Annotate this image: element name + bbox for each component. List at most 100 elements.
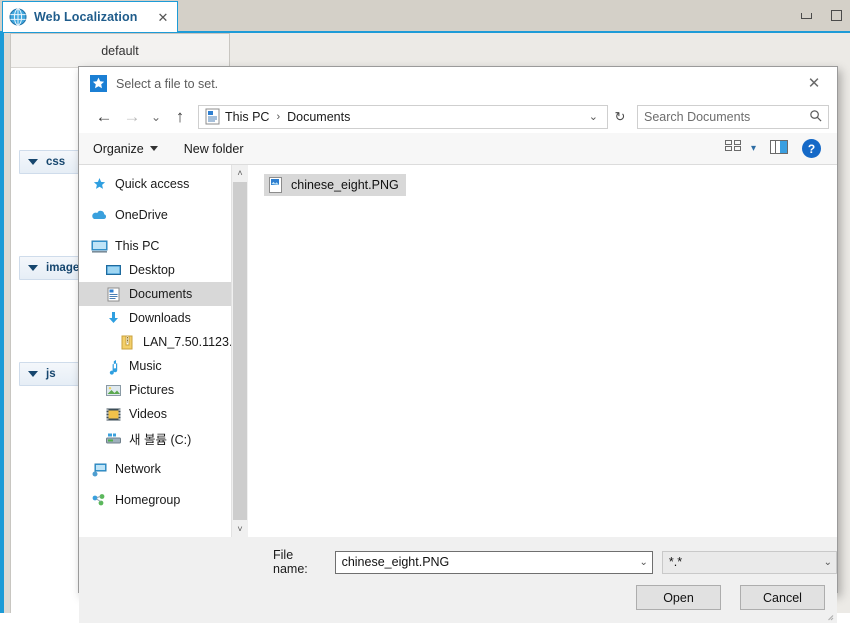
- nav-item-label: Music: [129, 359, 162, 373]
- dialog-footer: File name: chinese_eight.PNG ⌄ *.* ⌄ Ope…: [79, 537, 837, 623]
- nav-item-videos[interactable]: Videos: [79, 402, 231, 426]
- dialog-buttons: Open Cancel: [636, 585, 825, 610]
- chevron-down-icon[interactable]: ⌄: [584, 110, 603, 123]
- help-button[interactable]: ?: [802, 139, 821, 158]
- nav-item-label: Desktop: [129, 263, 175, 277]
- network-icon: [91, 461, 108, 478]
- forward-button[interactable]: →: [118, 104, 146, 130]
- nav-item-documents[interactable]: Documents: [79, 282, 231, 306]
- nav-item-desktop[interactable]: Desktop: [79, 258, 231, 282]
- address-bar[interactable]: This PC › Documents ⌄: [198, 105, 608, 129]
- nav-item-label: Documents: [129, 287, 192, 301]
- navigation-pane-scrollbar[interactable]: ˄ ˅: [231, 165, 248, 537]
- refresh-icon: ↻: [615, 109, 626, 125]
- globe-icon: [9, 8, 27, 26]
- recent-locations-button[interactable]: ⌄: [146, 104, 166, 130]
- tab-label: Web Localization: [34, 10, 155, 24]
- minimize-button[interactable]: [796, 7, 816, 25]
- chevron-down-icon: [28, 265, 38, 271]
- file-list[interactable]: chinese_eight.PNG: [248, 165, 837, 537]
- close-icon[interactable]: ✕: [791, 67, 837, 100]
- nav-item-label: Videos: [129, 407, 167, 421]
- scroll-down-icon[interactable]: ˅: [232, 521, 248, 537]
- nav-item-this-pc[interactable]: This PC: [79, 234, 231, 258]
- chevron-down-icon: [28, 159, 38, 165]
- dialog-toolbar: Organize New folder ▾: [79, 133, 837, 165]
- nav-item-label: Downloads: [129, 311, 191, 325]
- nav-item-network[interactable]: Network: [79, 457, 231, 481]
- tree-group-label: js: [46, 368, 56, 380]
- chevron-down-icon: [28, 371, 38, 377]
- nav-item-music[interactable]: Music: [79, 354, 231, 378]
- tree-group-label: css: [46, 156, 65, 168]
- nav-item-onedrive[interactable]: OneDrive: [79, 203, 231, 227]
- videos-icon: [105, 406, 122, 423]
- spacer: [79, 450, 231, 457]
- nav-item-label: Pictures: [129, 383, 174, 397]
- up-button[interactable]: ↑: [166, 104, 194, 130]
- chevron-down-icon[interactable]: ⌄: [634, 557, 648, 568]
- hard-drive-icon: [105, 430, 122, 447]
- pictures-icon: [105, 382, 122, 399]
- nav-item-downloads[interactable]: Downloads: [79, 306, 231, 330]
- tab-web-localization[interactable]: Web Localization ✕: [2, 1, 178, 32]
- filename-input[interactable]: chinese_eight.PNG ⌄: [335, 551, 653, 574]
- chevron-down-icon: ⌄: [151, 110, 161, 124]
- app-star-icon: [90, 75, 107, 92]
- preview-pane-icon[interactable]: [770, 140, 788, 157]
- nav-item-pictures[interactable]: Pictures: [79, 378, 231, 402]
- chevron-down-icon[interactable]: ⌄: [818, 557, 832, 568]
- onedrive-cloud-icon: [91, 207, 108, 224]
- new-folder-button[interactable]: New folder: [184, 142, 244, 156]
- nav-item-local-disk-c[interactable]: 새 볼륨 (C:): [79, 426, 231, 450]
- ide-window-controls: [796, 0, 846, 31]
- organize-label: Organize: [93, 142, 144, 156]
- downloads-arrow-icon: [105, 310, 122, 327]
- view-options-icon[interactable]: [725, 140, 743, 157]
- png-image-file-icon: [269, 177, 284, 194]
- file-name-label: chinese_eight.PNG: [291, 178, 399, 192]
- organize-button[interactable]: Organize: [93, 142, 158, 156]
- cancel-button[interactable]: Cancel: [740, 585, 825, 610]
- breadcrumb-separator: ›: [276, 111, 280, 123]
- back-button[interactable]: ←: [90, 104, 118, 130]
- dialog-titlebar: Select a file to set. ✕: [79, 67, 837, 100]
- quick-access-star-icon: [91, 176, 108, 193]
- breadcrumb-documents[interactable]: Documents: [287, 110, 350, 124]
- screen: default + icon.pn css + style. images + …: [0, 0, 850, 613]
- nav-item-label: Network: [115, 462, 161, 476]
- maximize-icon: [831, 10, 842, 21]
- music-note-icon: [105, 358, 122, 375]
- scrollbar-thumb[interactable]: [233, 182, 247, 520]
- breadcrumb-this-pc[interactable]: This PC: [225, 110, 269, 124]
- scroll-up-icon[interactable]: ˄: [232, 165, 248, 181]
- forward-arrow-icon: →: [124, 108, 141, 125]
- documents-icon: [105, 286, 122, 303]
- resize-grip-icon[interactable]: [823, 610, 834, 621]
- refresh-button[interactable]: ↻: [608, 105, 632, 129]
- search-box[interactable]: Search Documents: [637, 105, 829, 129]
- documents-icon: [205, 108, 220, 125]
- file-list-item[interactable]: chinese_eight.PNG: [264, 174, 406, 196]
- nav-item-label: 새 볼륨 (C:): [129, 429, 191, 448]
- nav-item-lan-folder[interactable]: LAN_7.50.1123.: [79, 330, 231, 354]
- desktop-icon: [105, 262, 122, 279]
- search-input[interactable]: Search Documents: [644, 110, 809, 124]
- nav-item-homegroup[interactable]: Homegroup: [79, 488, 231, 512]
- nav-item-label: Homegroup: [115, 493, 180, 507]
- nav-item-label: OneDrive: [115, 208, 168, 222]
- chevron-down-icon[interactable]: ▾: [751, 143, 756, 154]
- spacer: [79, 165, 231, 172]
- back-arrow-icon: ←: [96, 108, 113, 125]
- maximize-button[interactable]: [826, 7, 846, 25]
- nav-item-label: Quick access: [115, 177, 189, 191]
- open-button[interactable]: Open: [636, 585, 721, 610]
- minimize-icon: [801, 13, 812, 19]
- dialog-main: Quick access OneDrive This PC Desktop: [79, 165, 837, 537]
- navigation-pane: Quick access OneDrive This PC Desktop: [79, 165, 231, 537]
- nav-item-quick-access[interactable]: Quick access: [79, 172, 231, 196]
- file-type-filter[interactable]: *.* ⌄: [662, 551, 837, 574]
- file-type-value: *.*: [669, 555, 682, 569]
- close-icon[interactable]: ✕: [155, 9, 171, 25]
- dialog-navigation-bar: ← → ⌄ ↑ This PC › Documents ⌄ ↻ S: [79, 100, 837, 133]
